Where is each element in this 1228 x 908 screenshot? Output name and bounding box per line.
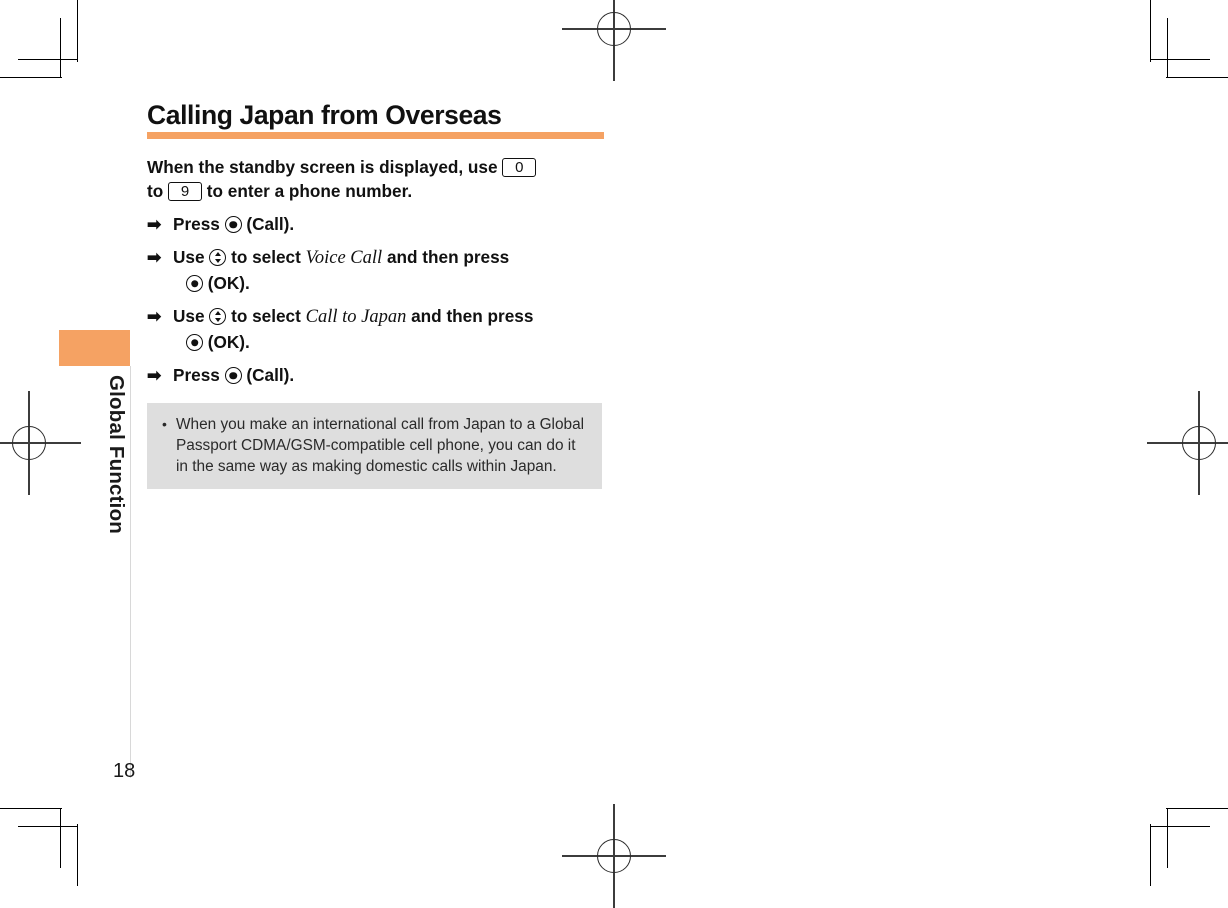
registration-ring	[597, 839, 631, 873]
step-verb: Use	[173, 247, 205, 267]
section-tab-marker	[59, 330, 130, 366]
step-item: ➡ Use to select Call to Japan and then p…	[147, 304, 617, 355]
section-label-text: Global Function	[105, 375, 128, 535]
step-connector: to select	[231, 306, 301, 326]
step-item: ➡ Press (Call).	[147, 363, 617, 388]
registration-ring	[1182, 426, 1216, 460]
step-key-label: (OK).	[207, 332, 250, 352]
step-item: ➡ Press (Call).	[147, 212, 617, 237]
step-arrow-icon: ➡	[147, 248, 162, 267]
step-arrow-icon: ➡	[147, 215, 162, 234]
crop-mark-bottom-right-inner-horizontal	[1151, 826, 1210, 827]
bullet-icon: •	[162, 416, 167, 432]
intro-text-part3: to enter a phone number.	[206, 181, 413, 201]
step-key-label: (Call).	[246, 365, 295, 385]
center-key-icon	[186, 334, 203, 351]
step-key-label: (Call).	[246, 214, 295, 234]
page-content: Calling Japan from Overseas When the sta…	[147, 100, 617, 489]
note-box: • When you make an international call fr…	[147, 403, 602, 489]
crop-mark-top-left-outer-vertical	[77, 0, 78, 62]
step-second-line: (OK).	[173, 330, 617, 355]
steps-list: ➡ Press (Call). ➡ Use to select Voice Ca…	[147, 212, 617, 388]
crop-mark-top-left-inner-vertical	[60, 18, 61, 77]
crop-mark-bottom-left-inner-horizontal	[18, 826, 77, 827]
key-zero-icon: 0	[502, 158, 537, 177]
intro-paragraph: When the standby screen is displayed, us…	[147, 155, 617, 203]
title-underline-rule	[147, 132, 604, 139]
center-key-icon	[224, 216, 242, 233]
crop-mark-bottom-left-outer-horizontal	[0, 808, 62, 809]
crop-mark-bottom-left-inner-vertical	[60, 809, 61, 868]
crop-mark-top-left-outer-horizontal	[0, 77, 62, 78]
intro-text-part2: to	[147, 181, 164, 201]
crop-mark-top-right-outer-horizontal	[1166, 77, 1228, 78]
step-connector: to select	[231, 247, 301, 267]
page-title: Calling Japan from Overseas	[147, 100, 502, 130]
step-verb: Use	[173, 306, 205, 326]
crop-mark-top-right-inner-vertical	[1167, 18, 1168, 77]
intro-text-part1: When the standby screen is displayed, us…	[147, 157, 498, 177]
key-nine-icon: 9	[168, 182, 203, 201]
step-tail: and then press	[386, 247, 510, 267]
crop-mark-bottom-right-inner-vertical	[1167, 809, 1168, 868]
step-verb: Press	[173, 214, 220, 234]
step-menu-item: Call to Japan	[305, 307, 407, 327]
center-key-icon	[186, 275, 203, 292]
registration-ring	[12, 426, 46, 460]
nav-updown-key-icon	[209, 308, 227, 325]
step-menu-item: Voice Call	[305, 248, 383, 268]
crop-mark-top-right-inner-horizontal	[1151, 59, 1210, 60]
step-item: ➡ Use to select Voice Call and then pres…	[147, 245, 617, 296]
step-key-label: (OK).	[207, 273, 250, 293]
note-item: • When you make an international call fr…	[161, 414, 588, 477]
page-number: 18	[113, 760, 136, 782]
step-arrow-icon: ➡	[147, 307, 162, 326]
crop-mark-top-right-outer-vertical	[1150, 0, 1151, 62]
crop-mark-bottom-left-outer-vertical	[77, 824, 78, 886]
note-text: When you make an international call from…	[176, 416, 585, 475]
center-key-icon	[224, 367, 242, 384]
section-label: Global Function	[101, 375, 131, 615]
crop-mark-bottom-right-outer-vertical	[1150, 824, 1151, 886]
crop-mark-top-left-inner-horizontal	[18, 59, 77, 60]
step-second-line: (OK).	[173, 271, 617, 296]
registration-ring	[597, 12, 631, 46]
nav-updown-key-icon	[209, 249, 227, 266]
step-verb: Press	[173, 365, 220, 385]
crop-mark-bottom-right-outer-horizontal	[1166, 808, 1228, 809]
step-arrow-icon: ➡	[147, 366, 162, 385]
step-tail: and then press	[411, 306, 534, 326]
